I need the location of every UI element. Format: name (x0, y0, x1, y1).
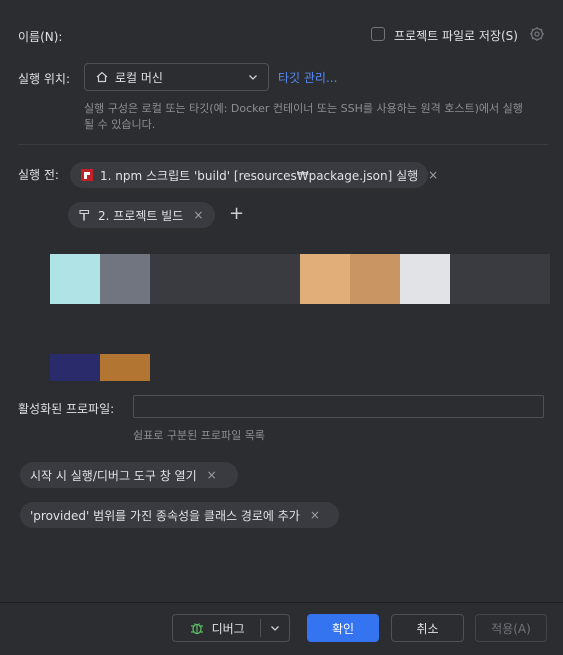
debug-label: 디버그 (211, 621, 245, 636)
divider (18, 144, 548, 145)
color-swatch (50, 254, 100, 304)
manage-targets-link[interactable]: 타깃 관리... (278, 69, 337, 86)
remove-task-npm-icon[interactable]: × (428, 168, 438, 182)
before-run-task-npm[interactable]: 1. npm 스크립트 'build' [resources₩package.j… (70, 162, 438, 188)
option-add-provided-scope[interactable]: 'provided' 범위를 가진 종속성을 클래스 경로에 추가 × (20, 502, 339, 528)
gear-icon[interactable] (529, 26, 545, 42)
cancel-button[interactable]: 취소 (391, 614, 464, 642)
option-add-provided-scope-label: 'provided' 범위를 가진 종속성을 클래스 경로에 추가 (30, 508, 300, 523)
color-swatch (250, 254, 300, 304)
active-profiles-input[interactable] (133, 395, 544, 418)
color-swatch (300, 254, 350, 304)
bug-icon (189, 620, 205, 636)
save-to-project-label[interactable]: 프로젝트 파일로 저장(S) (394, 27, 518, 44)
run-location-value: 로컬 머신 (115, 70, 163, 85)
before-run-label: 실행 전: (18, 168, 59, 182)
remove-option-icon[interactable]: × (310, 508, 320, 522)
color-swatch (100, 254, 150, 304)
add-task-icon[interactable]: + (229, 204, 244, 224)
apply-button[interactable]: 적용(A) (475, 614, 547, 642)
chevron-down-icon (247, 71, 259, 83)
color-swatch-strip (50, 254, 550, 304)
active-profiles-hint: 쉼표로 구분된 프로파일 목록 (133, 429, 265, 442)
hammer-icon (78, 208, 92, 222)
active-profiles-label: 활성화된 프로파일: (18, 402, 115, 416)
npm-icon (80, 168, 94, 182)
before-run-task-npm-label: 1. npm 스크립트 'build' [resources₩package.j… (100, 168, 419, 183)
color-swatch-strip-small (50, 354, 150, 381)
ok-button[interactable]: 확인 (307, 614, 379, 642)
run-location-select[interactable]: 로컬 머신 (84, 63, 269, 91)
color-swatch (450, 254, 500, 304)
debug-button[interactable]: 디버그 (173, 620, 260, 637)
before-run-task-build[interactable]: 2. 프로젝트 빌드 × (68, 202, 215, 228)
debug-split-button[interactable]: 디버그 (172, 614, 290, 642)
color-swatch (150, 254, 200, 304)
before-run-task-build-label: 2. 프로젝트 빌드 (98, 208, 184, 223)
home-icon (95, 70, 109, 84)
color-swatch (500, 254, 550, 304)
option-open-tool-window-label: 시작 시 실행/디버그 도구 창 열기 (30, 468, 197, 483)
color-swatch (50, 354, 100, 381)
run-location-hint-line2: 될 수 있습니다. (84, 118, 156, 131)
color-swatch (350, 254, 400, 304)
save-to-project-checkbox[interactable] (371, 27, 385, 41)
debug-dropdown-button[interactable] (261, 622, 289, 634)
color-swatch (200, 254, 250, 304)
color-swatch (400, 254, 450, 304)
color-swatch (100, 354, 150, 381)
remove-task-build-icon[interactable]: × (193, 208, 203, 222)
run-location-label: 실행 위치: (18, 72, 71, 86)
run-location-hint: 실행 구성은 로컬 또는 타깃(예: Docker 컨테이너 또는 SSH를 사… (84, 101, 554, 133)
chevron-down-icon (269, 622, 281, 634)
name-label: 이름(N): (18, 30, 63, 44)
option-open-tool-window[interactable]: 시작 시 실행/디버그 도구 창 열기 × (20, 462, 238, 488)
run-location-hint-line1: 실행 구성은 로컬 또는 타깃(예: Docker 컨테이너 또는 SSH를 사… (84, 102, 523, 115)
remove-option-icon[interactable]: × (207, 468, 217, 482)
